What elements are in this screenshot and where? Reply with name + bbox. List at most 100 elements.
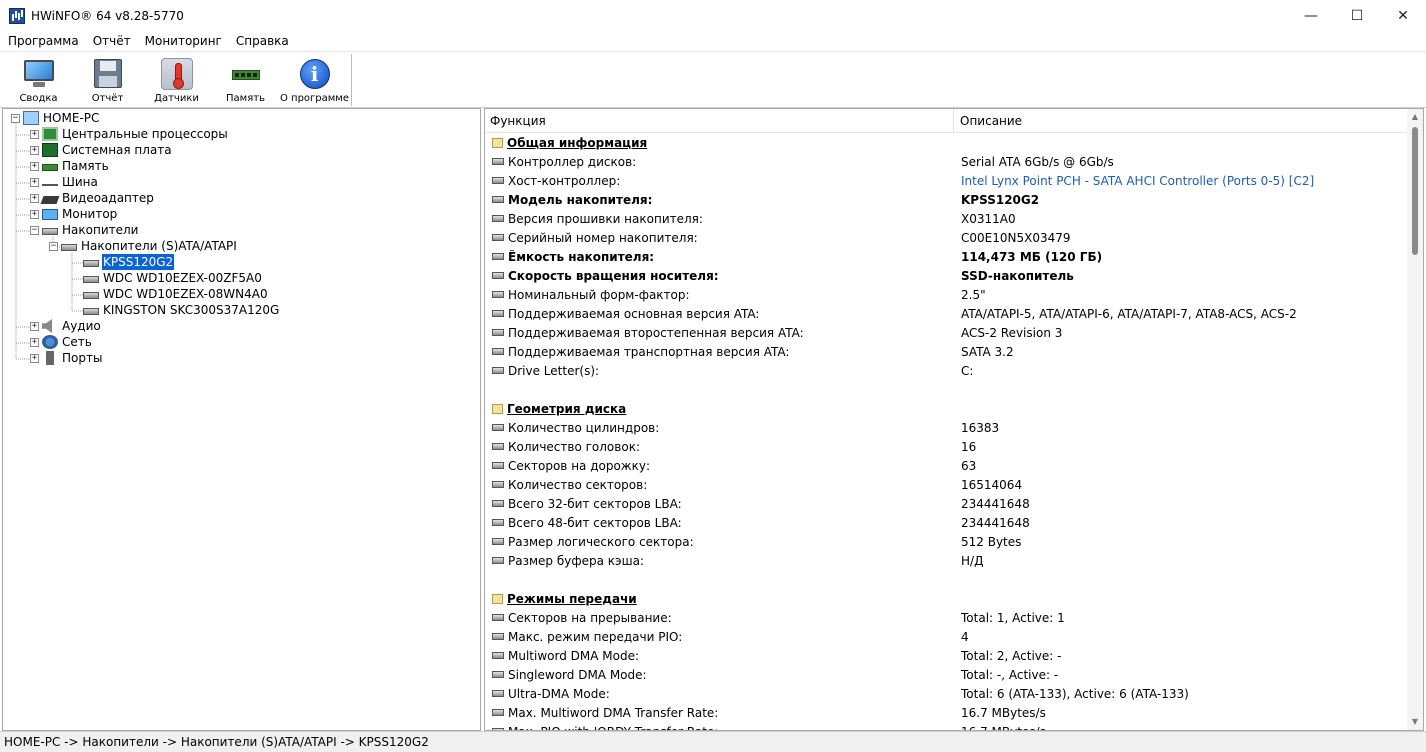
drive-icon bbox=[83, 260, 99, 267]
description-cell: 63 bbox=[961, 458, 977, 473]
list-row[interactable]: Размер буфера кэша: Н/Д bbox=[485, 551, 1407, 570]
tree-item-kingston[interactable]: KINGSTON SKC300S37A120G bbox=[83, 302, 280, 318]
section-header[interactable]: Режимы передачи bbox=[485, 589, 1407, 608]
list-row[interactable]: Max. PIO with IORDY Transfer Rate:16.7 M… bbox=[485, 722, 1407, 730]
vertical-scrollbar[interactable]: ▲ ▼ bbox=[1407, 109, 1423, 730]
function-cell: Режимы передачи bbox=[507, 591, 637, 606]
list-row[interactable]: Секторов на прерывание: Total: 1, Active:… bbox=[485, 608, 1407, 627]
tree-item-bus[interactable]: + Шина bbox=[30, 174, 99, 190]
collapse-icon[interactable]: − bbox=[11, 113, 20, 123]
list-row[interactable]: Поддерживаемая основная версия ATA: ATA/A… bbox=[485, 304, 1407, 323]
list-row[interactable]: Серийный номер накопителя: C00E10N5X03479 bbox=[485, 228, 1407, 247]
list-row[interactable]: Drive Letter(s): C: bbox=[485, 361, 1407, 380]
drive-icon bbox=[492, 443, 504, 450]
drive-icon bbox=[492, 310, 504, 317]
menu-report[interactable]: Отчёт bbox=[86, 32, 138, 52]
thermometer-icon bbox=[160, 58, 193, 90]
list-row[interactable]: Поддерживаемая второстепенная версия ATA… bbox=[485, 323, 1407, 342]
expand-icon[interactable]: + bbox=[30, 145, 39, 155]
tree-item-motherboard[interactable]: + Системная плата bbox=[30, 142, 173, 158]
menu-help[interactable]: Справка bbox=[229, 32, 296, 52]
menu-program[interactable]: Программа bbox=[0, 32, 86, 52]
expand-icon[interactable]: + bbox=[30, 353, 39, 363]
description-cell: X0311A0 bbox=[961, 211, 1016, 226]
list-row[interactable]: Количество цилиндров: 16383 bbox=[485, 418, 1407, 437]
tree-item-gpu[interactable]: + Видеоадаптер bbox=[30, 190, 155, 206]
menu-monitoring[interactable]: Мониторинг bbox=[138, 32, 229, 52]
expand-icon[interactable]: + bbox=[30, 193, 39, 203]
description-cell: SSD-накопитель bbox=[961, 268, 1074, 283]
list-row[interactable]: Ultra-DMA Mode: Total: 6 (ATA-133), Activ… bbox=[485, 684, 1407, 703]
list-row[interactable]: Поддерживаемая транспортная версия ATA: S… bbox=[485, 342, 1407, 361]
list-row[interactable]: Модель накопителя: KPSS120G2 bbox=[485, 190, 1407, 209]
drive-icon bbox=[492, 424, 504, 431]
expand-icon[interactable]: + bbox=[30, 337, 39, 347]
monitor-icon bbox=[23, 58, 55, 90]
expand-icon[interactable]: + bbox=[30, 161, 39, 171]
minimize-button[interactable]: — bbox=[1288, 0, 1334, 32]
list-row[interactable]: Ёмкость накопителя: 114,473 МБ (120 ГБ) bbox=[485, 247, 1407, 266]
tree-item-memory[interactable]: + Память bbox=[30, 158, 110, 174]
section-header[interactable]: Общая информация bbox=[485, 133, 1407, 152]
expand-icon[interactable]: + bbox=[30, 321, 39, 331]
list-row[interactable]: Секторов на дорожку: 63 bbox=[485, 456, 1407, 475]
tree-item-drives[interactable]: − Накопители bbox=[30, 222, 139, 238]
section-header[interactable]: Геометрия диска bbox=[485, 399, 1407, 418]
collapse-icon[interactable]: − bbox=[49, 241, 58, 251]
description-cell: 4 bbox=[961, 629, 969, 644]
close-button[interactable]: ✕ bbox=[1380, 0, 1426, 32]
function-cell: Версия прошивки накопителя: bbox=[508, 211, 703, 226]
column-header-description[interactable]: Описание bbox=[954, 109, 1407, 133]
list-row[interactable]: Макс. режим передачи PIO: 4 bbox=[485, 627, 1407, 646]
function-cell: Всего 48-бит секторов LBA: bbox=[508, 515, 682, 530]
about-button[interactable]: i О программе bbox=[280, 54, 349, 106]
sensors-button[interactable]: Датчики bbox=[142, 54, 211, 106]
tree-item-audio[interactable]: + Аудио bbox=[30, 318, 102, 334]
tree-item-cpu[interactable]: + Центральные процессоры bbox=[30, 126, 229, 142]
list-row[interactable]: Контроллер дисков: Serial ATA 6Gb/s @ 6Gb… bbox=[485, 152, 1407, 171]
collapse-icon[interactable]: − bbox=[30, 225, 39, 235]
list-row[interactable]: Хост-контроллер: Intel Lynx Point PCH - S… bbox=[485, 171, 1407, 190]
report-button[interactable]: Отчёт bbox=[73, 54, 142, 106]
memory-button[interactable]: Память bbox=[211, 54, 280, 106]
summary-button[interactable]: Сводка bbox=[4, 54, 73, 106]
list-row[interactable]: Всего 32-бит секторов LBA: 234441648 bbox=[485, 494, 1407, 513]
drive-icon bbox=[492, 614, 504, 621]
tree-item-sata-drives[interactable]: − Накопители (S)ATA/ATAPI bbox=[49, 238, 238, 254]
scroll-up-icon[interactable]: ▲ bbox=[1407, 109, 1423, 125]
description-link[interactable]: Intel Lynx Point PCH - SATA AHCI Control… bbox=[961, 174, 1314, 188]
scroll-down-icon[interactable]: ▼ bbox=[1407, 714, 1423, 730]
section-icon bbox=[492, 593, 503, 604]
device-tree[interactable]: − HOME-PC + Центральные процессоры + Сис… bbox=[2, 108, 481, 731]
expand-icon[interactable]: + bbox=[30, 177, 39, 187]
tree-item-network[interactable]: + Сеть bbox=[30, 334, 93, 350]
tree-item-ports[interactable]: + Порты bbox=[30, 350, 103, 366]
tree-item-wdc-2[interactable]: WDC WD10EZEX-08WN4A0 bbox=[83, 286, 269, 302]
tree-item-label: Видеоадаптер bbox=[62, 191, 154, 205]
description-cell: SATA 3.2 bbox=[961, 344, 1014, 359]
list-row[interactable]: Всего 48-бит секторов LBA: 234441648 bbox=[485, 513, 1407, 532]
column-header-function[interactable]: Функция bbox=[485, 109, 954, 133]
list-row[interactable]: Количество секторов: 16514064 bbox=[485, 475, 1407, 494]
tree-item-monitor[interactable]: + Монитор bbox=[30, 206, 118, 222]
list-row[interactable]: Количество головок: 16 bbox=[485, 437, 1407, 456]
drive-icon bbox=[492, 272, 504, 279]
section-icon bbox=[492, 137, 503, 148]
expand-icon[interactable]: + bbox=[30, 209, 39, 219]
list-row[interactable]: Версия прошивки накопителя: X0311A0 bbox=[485, 209, 1407, 228]
tree-item-wdc-1[interactable]: WDC WD10EZEX-00ZF5A0 bbox=[83, 270, 263, 286]
list-row[interactable]: Скорость вращения носителя: SSD-накопител… bbox=[485, 266, 1407, 285]
list-row[interactable]: Max. Multiword DMA Transfer Rate: 16.7 MB… bbox=[485, 703, 1407, 722]
tree-root[interactable]: − HOME-PC bbox=[11, 110, 100, 126]
list-row[interactable]: Размер логического сектора: 512 Bytes bbox=[485, 532, 1407, 551]
list-row[interactable]: Singleword DMA Mode: Total: -, Active: - bbox=[485, 665, 1407, 684]
expand-icon[interactable]: + bbox=[30, 129, 39, 139]
port-icon bbox=[46, 351, 54, 365]
details-list[interactable]: Функция Описание Общая информация Контрол… bbox=[484, 108, 1424, 731]
maximize-button[interactable]: ☐ bbox=[1334, 0, 1380, 32]
list-row[interactable]: Номинальный форм-фактор: 2.5" bbox=[485, 285, 1407, 304]
scrollbar-thumb[interactable] bbox=[1412, 127, 1418, 255]
drive-icon bbox=[83, 276, 99, 283]
tree-item-kpss120g2[interactable]: KPSS120G2 bbox=[83, 253, 176, 271]
list-row[interactable]: Multiword DMA Mode: Total: 2, Active: - bbox=[485, 646, 1407, 665]
